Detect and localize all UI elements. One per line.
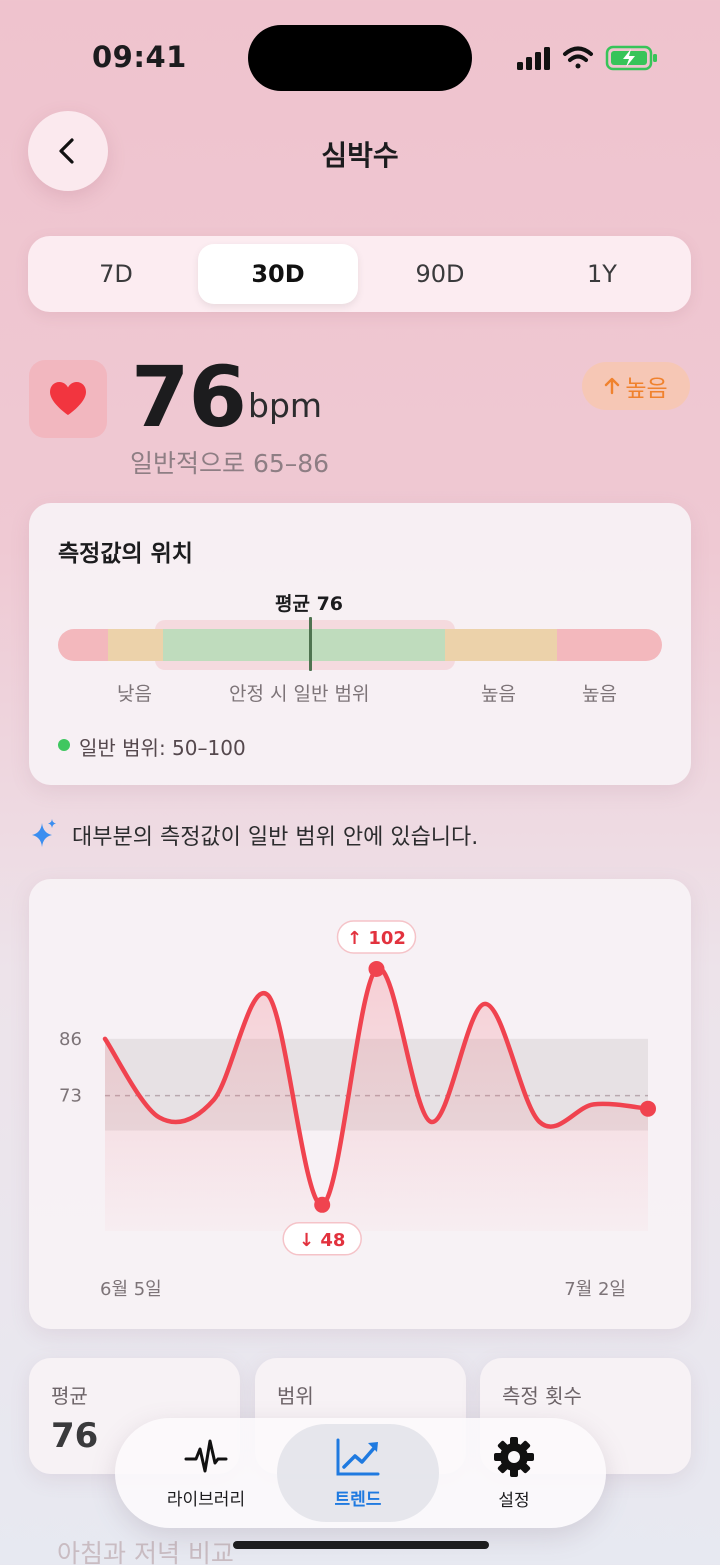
chart-trend-icon [336,1438,380,1475]
sparkle-icon [32,819,56,847]
bar-low-zone [58,629,108,661]
max-value-label: ↑ 102 [336,920,417,954]
tab-library[interactable]: 라이브러리 [125,1418,287,1528]
bar-caution-zone-high [445,629,557,661]
stat-label: 평균 [51,1384,88,1408]
average-label: 평균 76 [275,593,344,615]
segment-7d[interactable]: 7D [36,244,196,304]
heart-rate-value: 76 [131,348,247,446]
legend-dot [58,739,70,751]
bar-normal-zone [163,629,445,661]
bar-caution-zone-low [108,629,163,661]
svg-text:↑ 102: ↑ 102 [347,928,406,949]
heart-rate-chart: 86 73 ↑ 102 ↓ 48 6월 5일 7월 2일 [59,920,656,1300]
y-tick-label-0: 86 [59,1029,82,1050]
segment-1y[interactable]: 1Y [522,244,682,304]
dynamic-island [248,25,472,91]
status-badge: 높음 [582,362,690,410]
range-bar [58,629,662,661]
tab-trends[interactable]: 트렌드 [277,1424,439,1522]
segment-90d[interactable]: 90D [360,244,520,304]
bar-high-zone [557,629,662,661]
card-title: 측정값의 위치 [58,541,193,567]
heart-tile [29,360,107,438]
gear-icon [494,1436,534,1477]
tab-trends-label: 트렌드 [334,1489,382,1510]
status-icons [517,45,657,71]
bar-label-low: 낮음 [117,683,152,705]
status-time: 09:41 [92,40,187,74]
home-indicator [233,1541,489,1549]
insight-text: 대부분의 측정값이 일반 범위 안에 있습니다. [72,825,479,850]
wifi-icon [563,46,593,69]
tab-bar: 라이브러리 트렌드 설정 [115,1418,606,1528]
x-start-label: 6월 5일 [100,1279,162,1300]
tab-settings-label: 설정 [498,1490,530,1511]
max-point [368,960,385,977]
min-value-label: ↓ 48 [282,1222,362,1256]
period-segmented-control: 7D 30D 90D 1Y [28,236,691,312]
measurement-position-card: 측정값의 위치 평균 76 낮음 안정 시 일반 범위 높음 높음 일반 범위:… [29,503,691,785]
heart-icon [50,382,86,415]
average-marker [309,617,312,671]
bar-label-normal: 안정 시 일반 범위 [229,683,370,705]
stat-value: 76 [51,1416,99,1456]
y-tick-label-1: 73 [59,1086,82,1107]
tab-settings[interactable]: 설정 [433,1418,595,1528]
stat-label: 범위 [277,1384,314,1408]
svg-text:↓ 48: ↓ 48 [299,1230,345,1251]
signal-icon [517,47,550,70]
latest-point [640,1100,656,1117]
x-end-label: 7월 2일 [564,1279,626,1300]
typical-range-text: 일반적으로 65–86 [130,449,330,478]
min-point [314,1196,331,1213]
battery-icon [605,45,657,71]
tab-library-label: 라이브러리 [166,1489,246,1510]
heart-rate-chart-card[interactable]: 86 73 ↑ 102 ↓ 48 6월 5일 7월 2일 [29,879,691,1329]
arrow-up-icon [605,377,620,395]
stat-label: 측정 횟수 [502,1384,582,1408]
bar-label-high: 높음 [481,683,516,705]
page-title: 심박수 [321,139,399,172]
heartbeat-icon [184,1439,228,1472]
legend-text: 일반 범위: 50–100 [79,736,246,760]
section-title-morning-evening: 아침과 저녁 비교 [57,1539,234,1565]
heart-rate-unit: bpm [248,386,323,425]
status-badge-label: 높음 [625,376,668,402]
bar-label-very-high: 높음 [582,683,617,705]
segment-30d[interactable]: 30D [198,244,358,304]
